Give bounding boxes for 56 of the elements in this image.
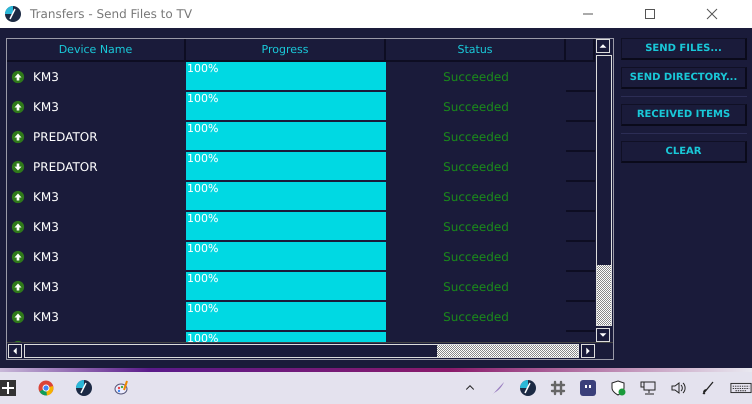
scroll-left-icon[interactable] (8, 344, 22, 358)
pen-icon[interactable] (700, 380, 716, 396)
progress-percent: 100% (187, 332, 218, 342)
action-button[interactable]: RECEIVED ITEMS (621, 104, 747, 126)
progress-percent: 100% (187, 302, 218, 315)
status-text: Succeeded (443, 70, 509, 84)
network-icon[interactable] (640, 380, 656, 396)
device-name: KM3 (33, 310, 59, 324)
column-header[interactable]: Status (386, 39, 566, 60)
keyboard-icon[interactable] (730, 380, 752, 396)
status-text: Succeeded (443, 280, 509, 294)
browser-icon[interactable] (38, 380, 54, 396)
scroll-down-icon[interactable] (596, 328, 610, 342)
status-text: Succeeded (443, 220, 509, 234)
progress-percent: 100% (187, 92, 218, 105)
column-header[interactable]: Progress (186, 39, 386, 60)
progress-percent: 100% (187, 242, 218, 255)
action-button[interactable]: CLEAR (621, 141, 747, 163)
progress-percent: 100% (187, 122, 218, 135)
device-name: KM3 (33, 250, 59, 264)
device-name: KM3 (33, 100, 59, 114)
progress-percent: 100% (187, 272, 218, 285)
device-name: KM3 (33, 190, 59, 204)
move-icon[interactable] (0, 380, 16, 396)
progress-percent: 100% (187, 152, 218, 165)
feather-icon[interactable] (490, 380, 506, 396)
app-logo-icon[interactable] (520, 380, 536, 396)
window-title: Transfers - Send Files to TV (30, 7, 192, 21)
status-text: Succeeded (443, 130, 509, 144)
status-text: Succeeded (443, 190, 509, 204)
device-name: PREDATOR (33, 130, 98, 144)
app-logo-icon (5, 6, 21, 22)
progress-percent: 100% (187, 212, 218, 225)
vertical-scrollbar[interactable] (596, 55, 612, 326)
scroll-right-icon[interactable] (581, 344, 595, 358)
volume-icon[interactable] (670, 380, 686, 396)
status-text: Succeeded (443, 100, 509, 114)
status-text: Succeeded (443, 310, 509, 324)
app-logo-icon[interactable] (76, 380, 92, 396)
action-button[interactable]: SEND DIRECTORY... (621, 67, 747, 89)
horizontal-scrollbar[interactable] (24, 344, 579, 358)
device-name: KM3 (33, 220, 59, 234)
column-header[interactable]: Device Name (7, 39, 186, 60)
device-name: KM3 (33, 280, 59, 294)
device-name: KM3 (33, 70, 59, 84)
quote-icon[interactable] (580, 380, 596, 396)
progress-percent: 100% (187, 182, 218, 195)
palette-icon[interactable] (114, 380, 130, 396)
progress-percent: 100% (187, 62, 218, 75)
hash-icon[interactable] (550, 380, 566, 396)
status-text: Succeeded (443, 160, 509, 174)
device-name: PREDATOR (33, 160, 98, 174)
action-button[interactable]: SEND FILES... (621, 38, 747, 60)
scroll-up-icon[interactable] (596, 39, 610, 53)
status-text: Succeeded (443, 250, 509, 264)
shield-icon[interactable] (610, 380, 626, 396)
